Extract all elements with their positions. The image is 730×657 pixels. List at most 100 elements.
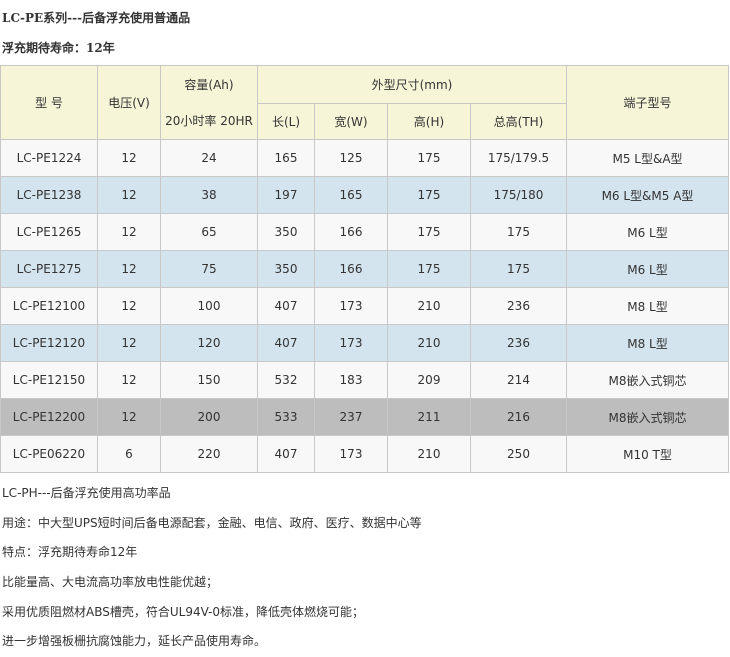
feature-grid-text: 进一步增强板栅抗腐蚀能力，延长产品使用寿命。 [2, 634, 267, 648]
table-row: LC-PE1275 12 75 350 166 175 175 M6 L型 [0, 250, 729, 288]
cell-width: 237 [314, 398, 388, 436]
series-heading: LC-PE系列---后备浮充使用普通品 [2, 11, 191, 25]
header-voltage: 电压(V) [97, 65, 161, 140]
feature-abs-text: 采用优质阻燃材ABS槽壳，符合UL94V-0标准，降低壳体燃烧可能； [2, 605, 365, 619]
cell-height: 175 [387, 213, 471, 251]
cell-length: 407 [257, 287, 315, 325]
cell-voltage: 12 [97, 398, 161, 436]
header-capacity-rate: 20小时率 20HR [165, 114, 253, 129]
cell-height: 175 [387, 176, 471, 214]
spec-table: 型 号 电压(V) 容量(Ah) 20小时率 20HR 外型尺寸(mm) 端子型… [0, 65, 729, 473]
cell-width: 166 [314, 250, 388, 288]
cell-total-height: 175/180 [470, 176, 567, 214]
table-row: LC-PE1238 12 38 197 165 175 175/180 M6 L… [0, 176, 729, 214]
table-row: LC-PE12120 12 120 407 173 210 236 M8 L型 [0, 324, 729, 362]
cell-width: 165 [314, 176, 388, 214]
cell-voltage: 12 [97, 361, 161, 399]
cell-model: LC-PE12200 [0, 398, 98, 436]
cell-voltage: 12 [97, 213, 161, 251]
cell-width: 183 [314, 361, 388, 399]
header-dimensions: 外型尺寸(mm) [257, 65, 567, 104]
cell-capacity: 150 [160, 361, 258, 399]
cell-width: 173 [314, 324, 388, 362]
header-total-height: 总高(TH) [470, 102, 567, 140]
feature-energy-text: 比能量高、大电流高功率放电性能优越； [2, 575, 219, 589]
cell-capacity: 200 [160, 398, 258, 436]
cell-length: 197 [257, 176, 315, 214]
cell-capacity: 38 [160, 176, 258, 214]
cell-length: 407 [257, 435, 315, 473]
cell-length: 350 [257, 213, 315, 251]
cell-length: 532 [257, 361, 315, 399]
table-row: LC-PE06220 6 220 407 173 210 250 M10 T型 [0, 435, 729, 473]
cell-voltage: 12 [97, 287, 161, 325]
cell-total-height: 236 [470, 287, 567, 325]
cell-height: 211 [387, 398, 471, 436]
cell-height: 175 [387, 250, 471, 288]
cell-model: LC-PE1265 [0, 213, 98, 251]
cell-model: LC-PE12120 [0, 324, 98, 362]
float-life-heading: 浮充期待寿命：12年 [2, 41, 115, 55]
cell-height: 175 [387, 139, 471, 177]
cell-terminal: M10 T型 [566, 435, 729, 473]
header-capacity: 容量(Ah) 20小时率 20HR [160, 65, 258, 140]
cell-voltage: 6 [97, 435, 161, 473]
table-row: LC-PE1265 12 65 350 166 175 175 M6 L型 [0, 213, 729, 251]
cell-model: LC-PE1275 [0, 250, 98, 288]
feature-text: 特点：浮充期待寿命12年 [2, 545, 138, 559]
table-row: LC-PE12150 12 150 532 183 209 214 M8嵌入式铜… [0, 361, 729, 399]
cell-voltage: 12 [97, 324, 161, 362]
cell-width: 173 [314, 435, 388, 473]
cell-total-height: 175 [470, 213, 567, 251]
cell-width: 166 [314, 213, 388, 251]
cell-terminal: M6 L型 [566, 213, 729, 251]
cell-width: 173 [314, 287, 388, 325]
header-height: 高(H) [387, 102, 471, 140]
header-model: 型 号 [0, 65, 98, 140]
usage-text: 用途：中大型UPS短时间后备电源配套，金融、电信、政府、医疗、数据中心等 [2, 516, 422, 530]
cell-voltage: 12 [97, 250, 161, 288]
cell-capacity: 75 [160, 250, 258, 288]
cell-height: 210 [387, 324, 471, 362]
cell-total-height: 175 [470, 250, 567, 288]
document-page: LC-PE系列---后备浮充使用普通品 浮充期待寿命：12年 型 号 电压(V)… [0, 0, 730, 657]
ph-series-heading: LC-PH---后备浮充使用高功率品 [2, 486, 171, 500]
header-terminal: 端子型号 [566, 65, 729, 140]
cell-capacity: 220 [160, 435, 258, 473]
cell-terminal: M5 L型&A型 [566, 139, 729, 177]
cell-height: 209 [387, 361, 471, 399]
header-length: 长(L) [257, 102, 315, 140]
header-width: 宽(W) [314, 102, 388, 140]
table-row: LC-PE12200 12 200 533 237 211 216 M8嵌入式铜… [0, 398, 729, 436]
cell-terminal: M8 L型 [566, 287, 729, 325]
cell-total-height: 236 [470, 324, 567, 362]
cell-length: 407 [257, 324, 315, 362]
cell-terminal: M8嵌入式铜芯 [566, 398, 729, 436]
table-row: LC-PE1224 12 24 165 125 175 175/179.5 M5… [0, 139, 729, 177]
cell-voltage: 12 [97, 139, 161, 177]
cell-terminal: M8 L型 [566, 324, 729, 362]
cell-length: 533 [257, 398, 315, 436]
cell-model: LC-PE1224 [0, 139, 98, 177]
cell-capacity: 120 [160, 324, 258, 362]
cell-total-height: 214 [470, 361, 567, 399]
cell-height: 210 [387, 287, 471, 325]
table-row: LC-PE12100 12 100 407 173 210 236 M8 L型 [0, 287, 729, 325]
cell-capacity: 65 [160, 213, 258, 251]
cell-terminal: M6 L型&M5 A型 [566, 176, 729, 214]
cell-terminal: M6 L型 [566, 250, 729, 288]
cell-model: LC-PE12150 [0, 361, 98, 399]
cell-model: LC-PE12100 [0, 287, 98, 325]
cell-model: LC-PE06220 [0, 435, 98, 473]
cell-width: 125 [314, 139, 388, 177]
cell-total-height: 175/179.5 [470, 139, 567, 177]
cell-length: 350 [257, 250, 315, 288]
cell-total-height: 250 [470, 435, 567, 473]
cell-height: 210 [387, 435, 471, 473]
cell-voltage: 12 [97, 176, 161, 214]
cell-length: 165 [257, 139, 315, 177]
cell-capacity: 24 [160, 139, 258, 177]
header-capacity-label: 容量(Ah) [184, 77, 234, 92]
cell-capacity: 100 [160, 287, 258, 325]
cell-model: LC-PE1238 [0, 176, 98, 214]
